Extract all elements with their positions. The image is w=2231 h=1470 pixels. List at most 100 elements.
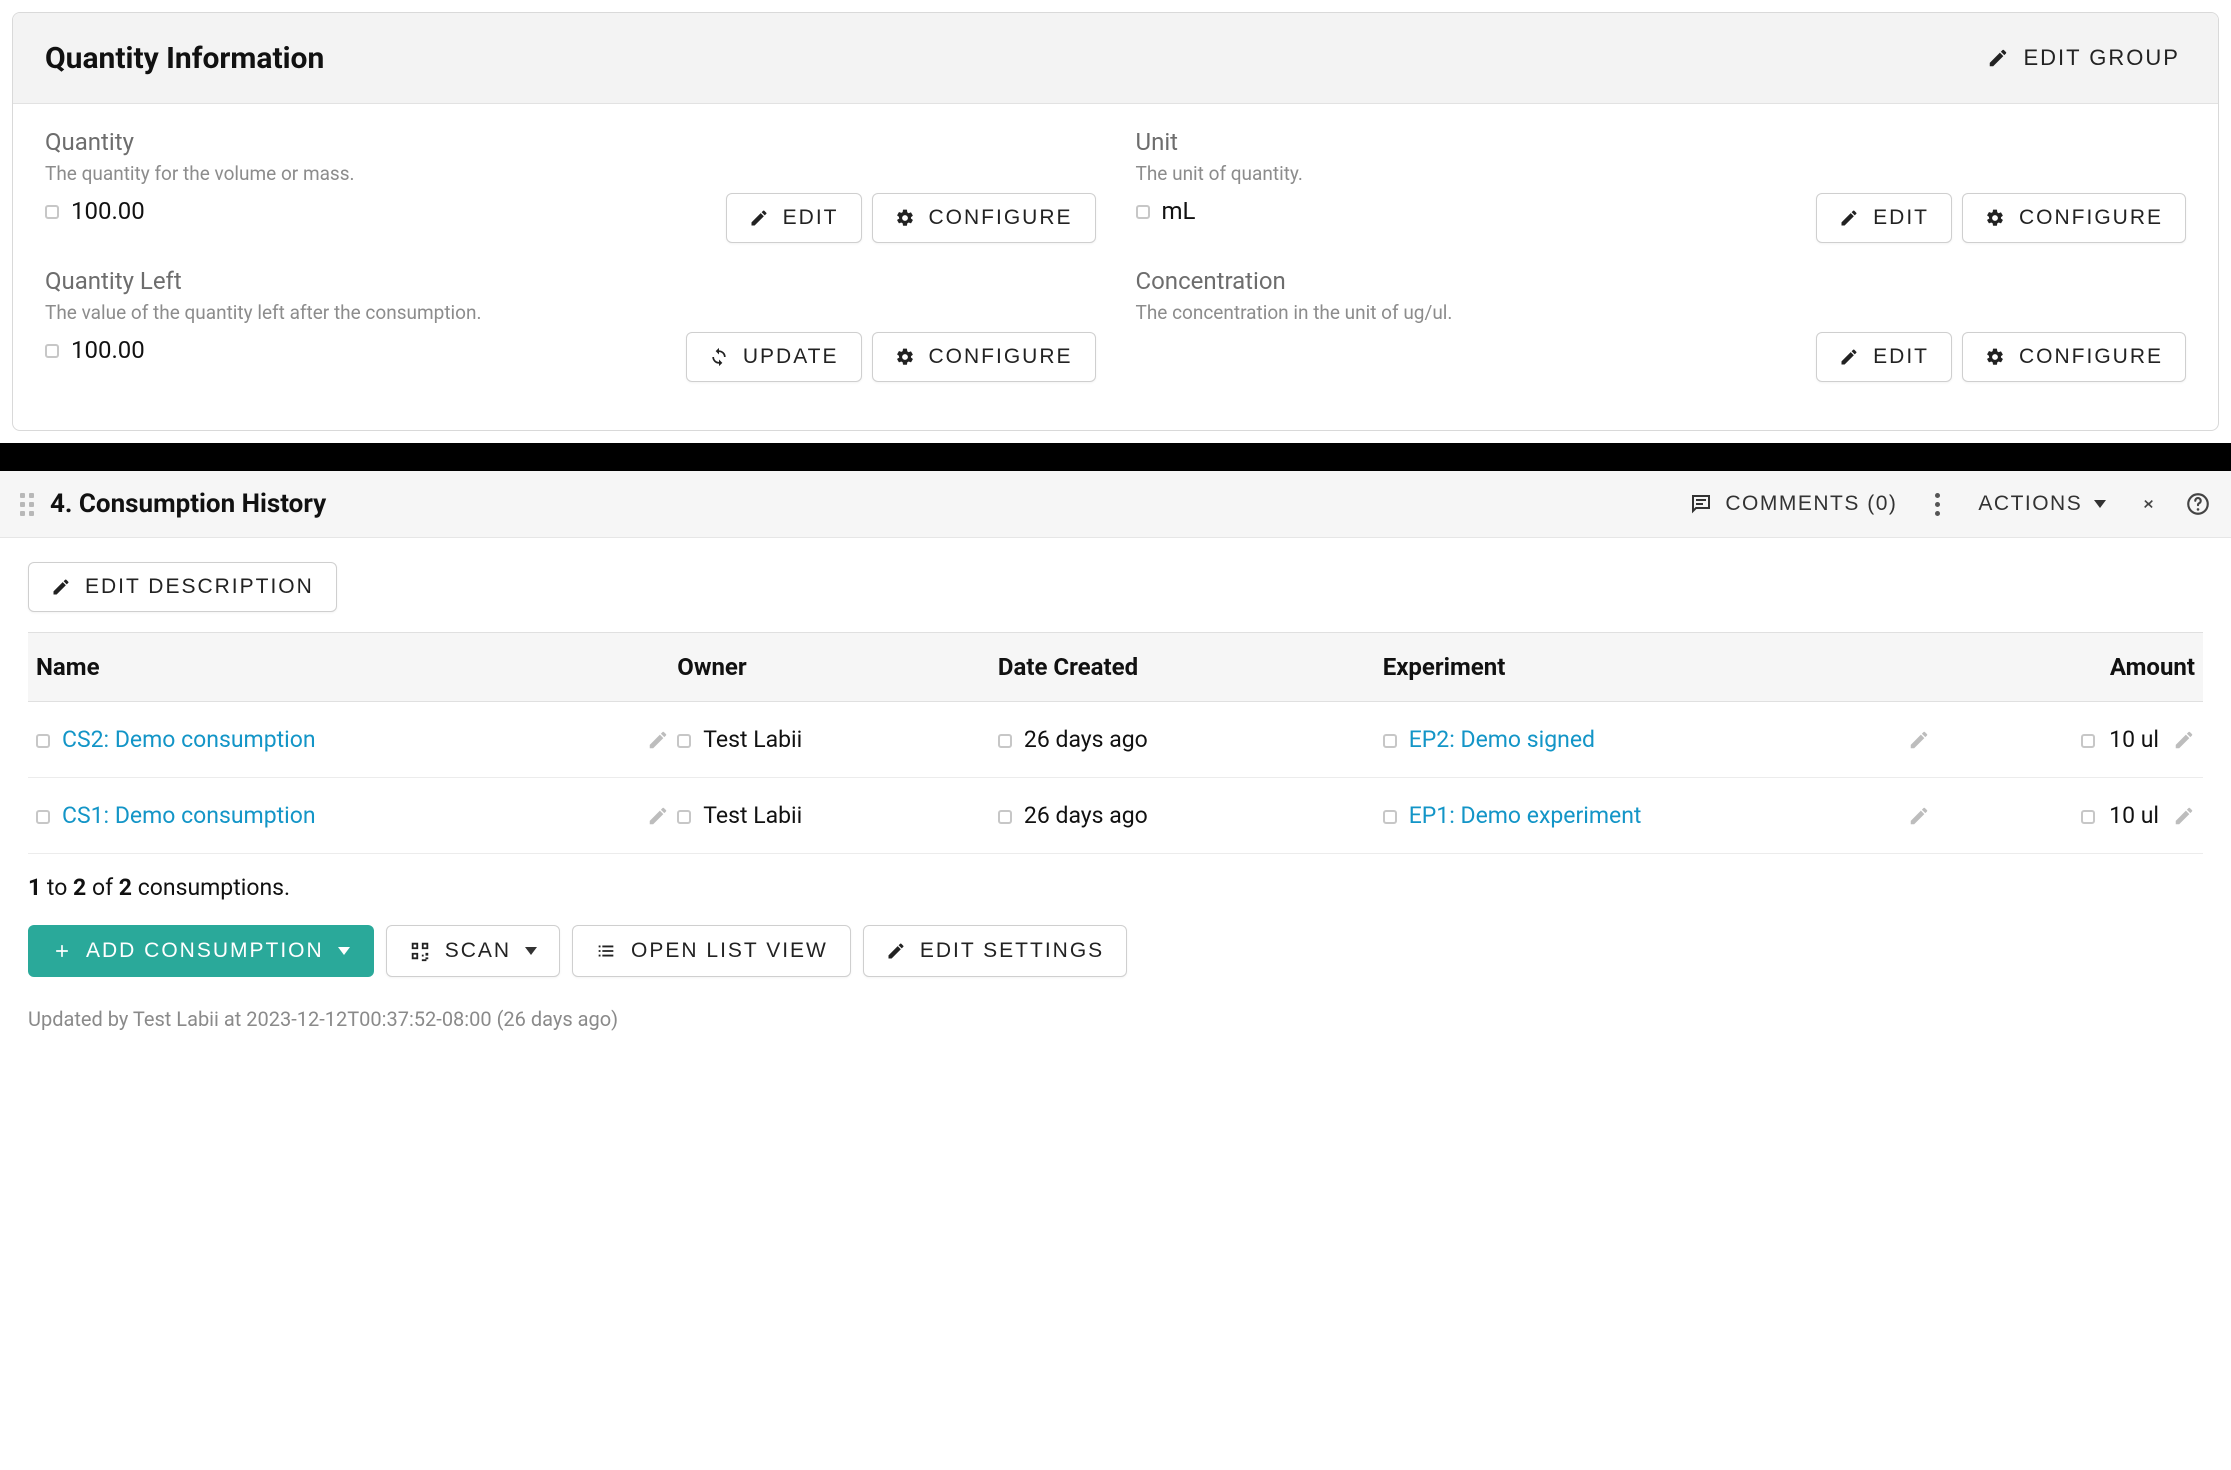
col-owner: Owner — [677, 653, 998, 681]
field-value: 100.00 — [45, 193, 145, 225]
experiment-link[interactable]: EP1: Demo experiment — [1409, 802, 1642, 829]
button-label: EDIT — [1873, 206, 1929, 230]
field-help: The concentration in the unit of ug/ul. — [1136, 301, 2187, 324]
checkbox-icon[interactable] — [1136, 205, 1150, 219]
caret-down-icon — [2094, 500, 2106, 508]
card-title: Quantity Information — [45, 41, 324, 76]
pager-text: to — [47, 874, 73, 901]
configure-concentration-button[interactable]: CONFIGURE — [1962, 332, 2186, 382]
owner-value: Test Labii — [703, 802, 802, 829]
checkbox-icon[interactable] — [998, 810, 1012, 824]
field-unit: Unit The unit of quantity. mL EDIT CONFI… — [1136, 128, 2187, 243]
button-label: CONFIGURE — [2019, 345, 2163, 369]
pencil-icon[interactable] — [1908, 805, 1930, 827]
checkbox-icon[interactable] — [45, 205, 59, 219]
button-label: EDIT SETTINGS — [920, 939, 1104, 963]
date-value: 26 days ago — [1024, 802, 1148, 829]
bottom-actions: ADD CONSUMPTION SCAN OPEN LIST VIEW EDIT… — [28, 925, 2203, 977]
field-value: 100.00 — [45, 332, 145, 364]
gear-icon — [895, 347, 915, 367]
drag-handle-icon[interactable] — [20, 493, 34, 516]
add-consumption-button[interactable]: ADD CONSUMPTION — [28, 925, 374, 977]
checkbox-icon[interactable] — [677, 734, 691, 748]
col-name: Name — [36, 653, 677, 681]
card-body: Quantity The quantity for the volume or … — [13, 104, 2218, 430]
configure-quantity-button[interactable]: CONFIGURE — [872, 193, 1096, 243]
pager-suffix: consumptions. — [138, 874, 290, 901]
table-header: Name Owner Date Created Experiment Amoun… — [28, 632, 2203, 702]
pagination-summary: 1 to 2 of 2 consumptions. — [28, 854, 2203, 925]
configure-quantity-left-button[interactable]: CONFIGURE — [872, 332, 1096, 382]
pencil-icon[interactable] — [2173, 729, 2195, 751]
edit-quantity-button[interactable]: EDIT — [726, 193, 862, 243]
comments-label: COMMENTS (0) — [1725, 492, 1897, 516]
checkbox-icon[interactable] — [36, 734, 50, 748]
field-quantity: Quantity The quantity for the volume or … — [45, 128, 1096, 243]
date-value: 26 days ago — [1024, 726, 1148, 753]
pager-to: 2 — [73, 874, 86, 901]
field-help: The value of the quantity left after the… — [45, 301, 1096, 324]
pencil-icon[interactable] — [1908, 729, 1930, 751]
comments-button[interactable]: COMMENTS (0) — [1683, 491, 1903, 517]
owner-value: Test Labii — [703, 726, 802, 753]
checkbox-icon[interactable] — [677, 810, 691, 824]
edit-group-button[interactable]: EDIT GROUP — [1981, 37, 2186, 79]
gear-icon — [895, 208, 915, 228]
section-divider — [0, 443, 2231, 471]
amount-value: 10 ul — [2109, 726, 2159, 753]
pencil-icon[interactable] — [647, 729, 669, 751]
field-help: The unit of quantity. — [1136, 162, 2187, 185]
actions-dropdown[interactable]: ACTIONS — [1972, 491, 2112, 517]
pencil-icon[interactable] — [2173, 805, 2195, 827]
button-label: CONFIGURE — [929, 206, 1073, 230]
update-quantity-left-button[interactable]: UPDATE — [686, 332, 862, 382]
button-label: EDIT DESCRIPTION — [85, 575, 314, 599]
pencil-icon[interactable] — [647, 805, 669, 827]
table-row: CS1: Demo consumption Test Labii 26 days… — [28, 778, 2203, 854]
edit-concentration-button[interactable]: EDIT — [1816, 332, 1952, 382]
checkbox-icon[interactable] — [36, 810, 50, 824]
button-label: OPEN LIST VIEW — [631, 939, 828, 963]
pager-total: 2 — [119, 874, 132, 901]
checkbox-icon[interactable] — [998, 734, 1012, 748]
button-label: UPDATE — [743, 345, 839, 369]
open-list-view-button[interactable]: OPEN LIST VIEW — [572, 925, 851, 977]
list-icon — [595, 940, 617, 962]
edit-unit-button[interactable]: EDIT — [1816, 193, 1952, 243]
field-label: Quantity — [45, 128, 1096, 156]
section-header: 4. Consumption History COMMENTS (0) ACTI… — [0, 471, 2231, 538]
scan-button[interactable]: SCAN — [386, 925, 560, 977]
more-menu-icon[interactable] — [1931, 493, 1944, 516]
checkbox-icon[interactable] — [2081, 810, 2095, 824]
experiment-link[interactable]: EP2: Demo signed — [1409, 726, 1595, 753]
section-title: 4. Consumption History — [50, 489, 1667, 519]
quantity-value: 100.00 — [71, 197, 145, 225]
pencil-icon — [1987, 47, 2009, 69]
amount-value: 10 ul — [2109, 802, 2159, 829]
table-row: CS2: Demo consumption Test Labii 26 days… — [28, 702, 2203, 778]
pencil-icon — [1839, 208, 1859, 228]
checkbox-icon[interactable] — [1383, 810, 1397, 824]
checkbox-icon[interactable] — [2081, 734, 2095, 748]
button-label: EDIT — [1873, 345, 1929, 369]
collapse-icon[interactable]: ⌄⌄ — [2140, 492, 2157, 516]
pencil-icon — [1839, 347, 1859, 367]
edit-settings-button[interactable]: EDIT SETTINGS — [863, 925, 1127, 977]
consumption-name-link[interactable]: CS1: Demo consumption — [62, 802, 316, 829]
pencil-icon — [51, 577, 71, 597]
help-icon[interactable] — [2185, 491, 2211, 517]
unit-value: mL — [1162, 197, 1196, 225]
quantity-info-card: Quantity Information EDIT GROUP Quantity… — [12, 12, 2219, 431]
quantity-left-value: 100.00 — [71, 336, 145, 364]
checkbox-icon[interactable] — [1383, 734, 1397, 748]
card-header: Quantity Information EDIT GROUP — [13, 13, 2218, 104]
col-amount: Amount — [2110, 653, 2195, 681]
section-body: EDIT DESCRIPTION Name Owner Date Created… — [0, 538, 2231, 1071]
checkbox-icon[interactable] — [45, 344, 59, 358]
consumption-name-link[interactable]: CS2: Demo consumption — [62, 726, 316, 753]
pencil-icon — [749, 208, 769, 228]
pager-text: of — [92, 874, 119, 901]
configure-unit-button[interactable]: CONFIGURE — [1962, 193, 2186, 243]
comment-icon — [1689, 492, 1713, 516]
edit-description-button[interactable]: EDIT DESCRIPTION — [28, 562, 337, 612]
